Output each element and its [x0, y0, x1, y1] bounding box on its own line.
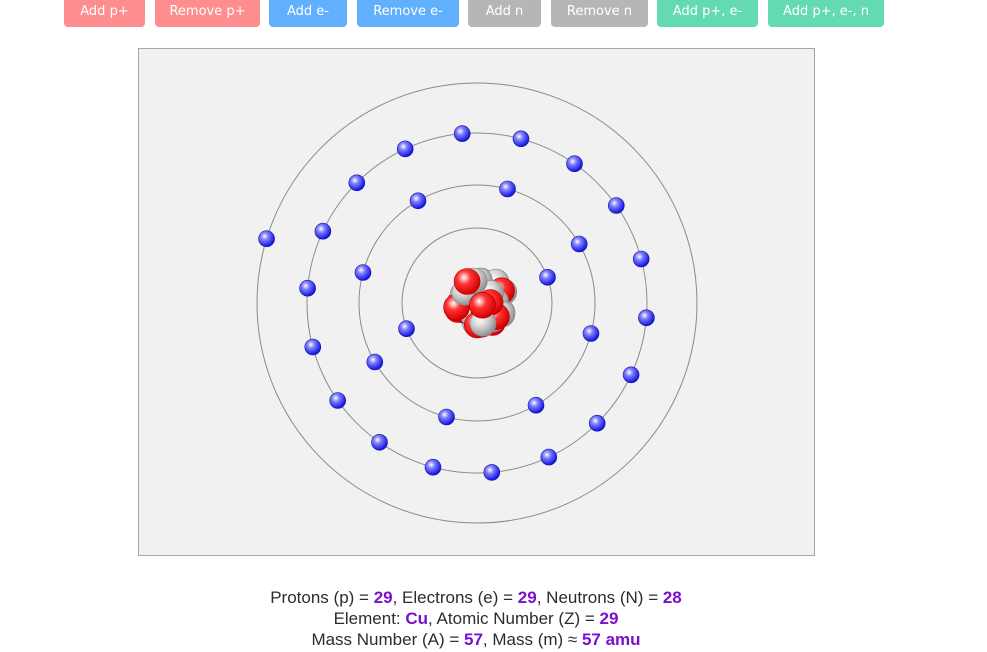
protons-label: Protons (p) = [270, 588, 374, 607]
electron [258, 230, 275, 247]
electron [366, 353, 384, 371]
remove-electron-button[interactable]: Remove e- [357, 0, 459, 27]
proton [469, 291, 496, 319]
electron [453, 125, 471, 142]
add-electron-button[interactable]: Add e- [269, 0, 347, 27]
electron [527, 396, 545, 414]
electron [398, 320, 415, 338]
element-label: Element: [333, 609, 406, 628]
add-neutron-button[interactable]: Add n [468, 0, 541, 27]
electron [438, 408, 455, 426]
add-proton-button[interactable]: Add p+ [64, 0, 145, 27]
electron [512, 130, 530, 148]
electron [396, 140, 414, 158]
electron [566, 155, 583, 172]
mass-number-value: 57 [464, 630, 483, 649]
add-proton-electron-neutron-button[interactable]: Add p+, e-, n [768, 0, 884, 27]
proton [453, 268, 481, 295]
electron [539, 269, 556, 286]
electron [409, 192, 427, 210]
mass-label: , Mass (m) ≈ [482, 630, 582, 649]
neutrons-value: 28 [662, 588, 682, 607]
electron [348, 174, 366, 192]
electron [371, 433, 388, 451]
add-proton-electron-button[interactable]: Add p+, e- [657, 0, 758, 27]
remove-neutron-button[interactable]: Remove n [551, 0, 648, 27]
electron [622, 366, 640, 384]
electron [570, 235, 588, 253]
electron [582, 325, 600, 342]
atomic-number-label: , Atomic Number (Z) = [428, 609, 600, 628]
bohr-model-diagram [256, 82, 698, 524]
electron [299, 279, 316, 297]
electrons-value: 29 [517, 588, 537, 607]
electron [304, 338, 322, 356]
atomic-number-value: 29 [599, 609, 619, 628]
electron [354, 264, 372, 281]
electron [424, 458, 442, 476]
mass-info: Mass Number (A) = 57, Mass (m) ≈ 57 amu [0, 629, 952, 650]
neutrons-label: , Neutrons (N) = [536, 588, 663, 607]
electron [638, 309, 655, 327]
electron [540, 448, 558, 466]
protons-value: 29 [373, 588, 393, 607]
electrons-label: , Electrons (e) = [392, 588, 518, 607]
remove-proton-button[interactable]: Remove p+ [155, 0, 260, 27]
element-value: Cu [405, 609, 429, 628]
nucleus [443, 267, 518, 339]
mass-value: 57 amu [581, 630, 641, 649]
electron [483, 464, 501, 481]
mass-number-label: Mass Number (A) = [311, 630, 464, 649]
electron [499, 180, 516, 198]
electron [314, 222, 332, 240]
particle-counts: Protons (p) = 29, Electrons (e) = 29, Ne… [0, 587, 952, 608]
electron [588, 414, 606, 432]
element-info: Element: Cu, Atomic Number (Z) = 29 [0, 608, 952, 629]
electron [607, 197, 625, 214]
electron [329, 392, 346, 409]
electron [632, 250, 650, 268]
atom-canvas [138, 48, 815, 556]
